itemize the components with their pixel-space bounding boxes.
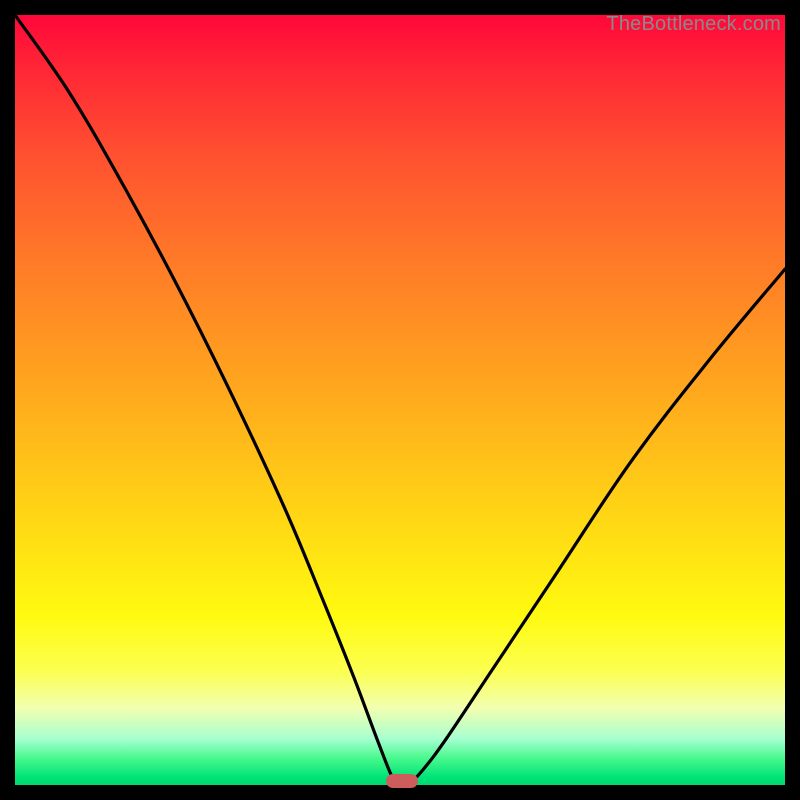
chart-frame: TheBottleneck.com	[0, 0, 800, 800]
optimal-point-marker	[386, 774, 418, 788]
plot-area: TheBottleneck.com	[15, 15, 785, 785]
curve-svg	[15, 15, 785, 785]
bottleneck-curve-path	[15, 15, 785, 787]
